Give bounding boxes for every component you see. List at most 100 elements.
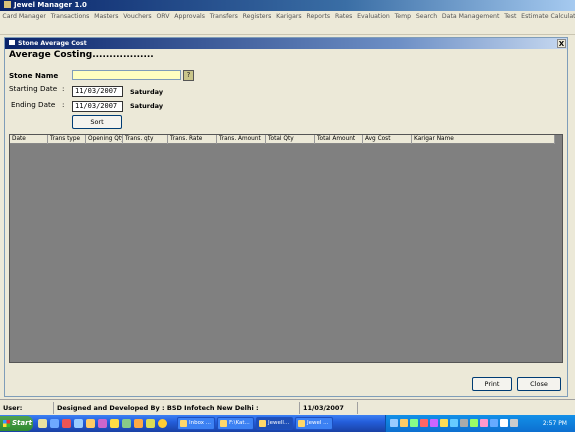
data-grid[interactable]: Date Trans type Opening Qty Trans. qty T… [9, 134, 563, 363]
column-header-trans-rate[interactable]: Trans. Rate [168, 135, 217, 144]
menu-evaluation[interactable]: Evaluation [355, 11, 392, 23]
starting-date-colon: : [62, 84, 65, 93]
page-heading: Average Costing.................. [9, 50, 154, 60]
status-developer: Designed and Developed By : BSD Infotech… [54, 402, 300, 424]
internet-explorer-icon[interactable] [50, 419, 59, 428]
menu-transactions[interactable]: Transactions [48, 11, 91, 23]
task-label: F:\Kat... [229, 420, 250, 426]
clock: 2:57 PM [542, 420, 567, 427]
network-icon[interactable] [390, 419, 398, 427]
taskbar-button-folder[interactable]: F:\Kat... [217, 417, 254, 430]
window-icon [9, 40, 15, 45]
print-button[interactable]: Print [472, 377, 512, 391]
window-titlebar: Stone Average Cost X [5, 38, 567, 49]
media-icon[interactable] [62, 419, 71, 428]
status-user: User: [0, 402, 54, 414]
tray-icon-2[interactable] [410, 419, 418, 427]
menu-search[interactable]: Search [413, 11, 439, 23]
column-header-total-amount[interactable]: Total Amount [315, 135, 363, 144]
menu-bar: Card Manager Transactions Masters Vouchers O… [0, 11, 575, 23]
grid-header: Date Trans type Opening Qty Trans. qty T… [10, 135, 555, 144]
column-header-total-qty[interactable]: Total Qty [266, 135, 315, 144]
tray-icon-6[interactable] [450, 419, 458, 427]
tray-icon-8[interactable] [470, 419, 478, 427]
tool-quicklaunch-icon[interactable] [122, 419, 131, 428]
starting-day-label: Saturday [130, 88, 164, 96]
menu-rates[interactable]: Rates [333, 11, 355, 23]
column-header-trans-type[interactable]: Trans type [48, 135, 86, 144]
column-header-trans-amount[interactable]: Trans. Amount [217, 135, 266, 144]
stone-name-input[interactable] [72, 70, 181, 80]
status-date: 11/03/2007 [300, 402, 358, 414]
menu-registers[interactable]: Registers [240, 11, 273, 23]
task-label: Jewell... [268, 420, 290, 426]
smiley-icon[interactable] [158, 419, 167, 428]
task-label: Inbox ... [189, 420, 212, 426]
mail-icon [180, 420, 187, 427]
taskbar-button-jewell[interactable]: Jewell... [256, 417, 293, 430]
app-icon [298, 420, 305, 427]
toolbar-strip [0, 23, 575, 35]
menu-masters[interactable]: Masters [92, 11, 121, 23]
column-header-karigar-name[interactable]: Karigar Name [412, 135, 555, 144]
tray-icon-9[interactable] [480, 419, 488, 427]
word-icon[interactable] [134, 419, 143, 428]
tray-icon-1[interactable] [400, 419, 408, 427]
menu-card-manager[interactable]: Card Manager [0, 11, 48, 23]
tray-icon-3[interactable] [420, 419, 428, 427]
taskbar: Start Inbox ... F:\Kat... Jewell... Jewe… [0, 415, 575, 432]
desktop-icon[interactable] [38, 419, 47, 428]
chat-icon[interactable] [146, 419, 155, 428]
ending-date-colon: : [62, 100, 65, 109]
outlook-icon[interactable] [74, 419, 83, 428]
tray-icon-11[interactable] [500, 419, 508, 427]
sort-button[interactable]: Sort [72, 115, 122, 129]
menu-temp[interactable]: Temp [392, 11, 413, 23]
menu-transfers[interactable]: Transfers [207, 11, 240, 23]
menu-vouchers[interactable]: Vouchers [121, 11, 154, 23]
task-label: Jewel ... [307, 420, 329, 426]
start-label: Start [12, 419, 32, 427]
stone-average-cost-window: Stone Average Cost X Average Costing....… [4, 37, 568, 397]
search-quicklaunch-icon[interactable] [110, 419, 119, 428]
volume-icon[interactable] [510, 419, 518, 427]
ending-date-label: Ending Date [11, 100, 56, 109]
tray-icon-4[interactable] [430, 419, 438, 427]
column-header-date[interactable]: Date [10, 135, 48, 144]
folder-icon [220, 420, 227, 427]
menu-reports[interactable]: Reports [304, 11, 333, 23]
status-bar: User: Designed and Developed By : BSD In… [0, 399, 575, 424]
app-title: Jewel Manager 1.0 [14, 1, 87, 9]
system-tray: 2:57 PM [385, 415, 575, 432]
close-button[interactable]: Close [517, 377, 561, 391]
ending-date-field[interactable]: 11/03/2007 [72, 101, 123, 112]
app-root: Jewel Manager 1.0 Card Manager Transactio… [0, 0, 575, 432]
menu-test[interactable]: Test [502, 11, 519, 23]
column-header-trans-qty[interactable]: Trans. qty [123, 135, 168, 144]
stone-name-label: Stone Name [9, 71, 59, 80]
tray-icon-7[interactable] [460, 419, 468, 427]
stone-lookup-icon[interactable]: ? [183, 70, 194, 81]
folder-icon[interactable] [86, 419, 95, 428]
app-titlebar: Jewel Manager 1.0 [0, 0, 575, 11]
column-header-opening-qty[interactable]: Opening Qty [86, 135, 123, 144]
starting-date-field[interactable]: 11/03/2007 [72, 86, 123, 97]
menu-data-management[interactable]: Data Management [440, 11, 502, 23]
tray-icon-10[interactable] [490, 419, 498, 427]
menu-approvals[interactable]: Approvals [172, 11, 207, 23]
app-quicklaunch-icon[interactable] [98, 419, 107, 428]
menu-estimate-calculator[interactable]: Estimate Calculator [519, 11, 575, 23]
menu-orv[interactable]: ORV [154, 11, 172, 23]
starting-date-label: Starting Date [9, 84, 58, 93]
app-icon [4, 1, 11, 8]
app-icon [259, 420, 266, 427]
start-button[interactable]: Start [0, 416, 33, 431]
column-header-avg-cost[interactable]: Avg Cost [363, 135, 412, 144]
taskbar-button-jewel[interactable]: Jewel ... [295, 417, 333, 430]
menu-karigars[interactable]: Karigars [274, 11, 304, 23]
tray-icon-5[interactable] [440, 419, 448, 427]
window-close-button[interactable]: X [557, 39, 566, 48]
windows-logo-icon [3, 420, 10, 427]
taskbar-button-inbox[interactable]: Inbox ... [177, 417, 215, 430]
ending-day-label: Saturday [130, 102, 164, 110]
